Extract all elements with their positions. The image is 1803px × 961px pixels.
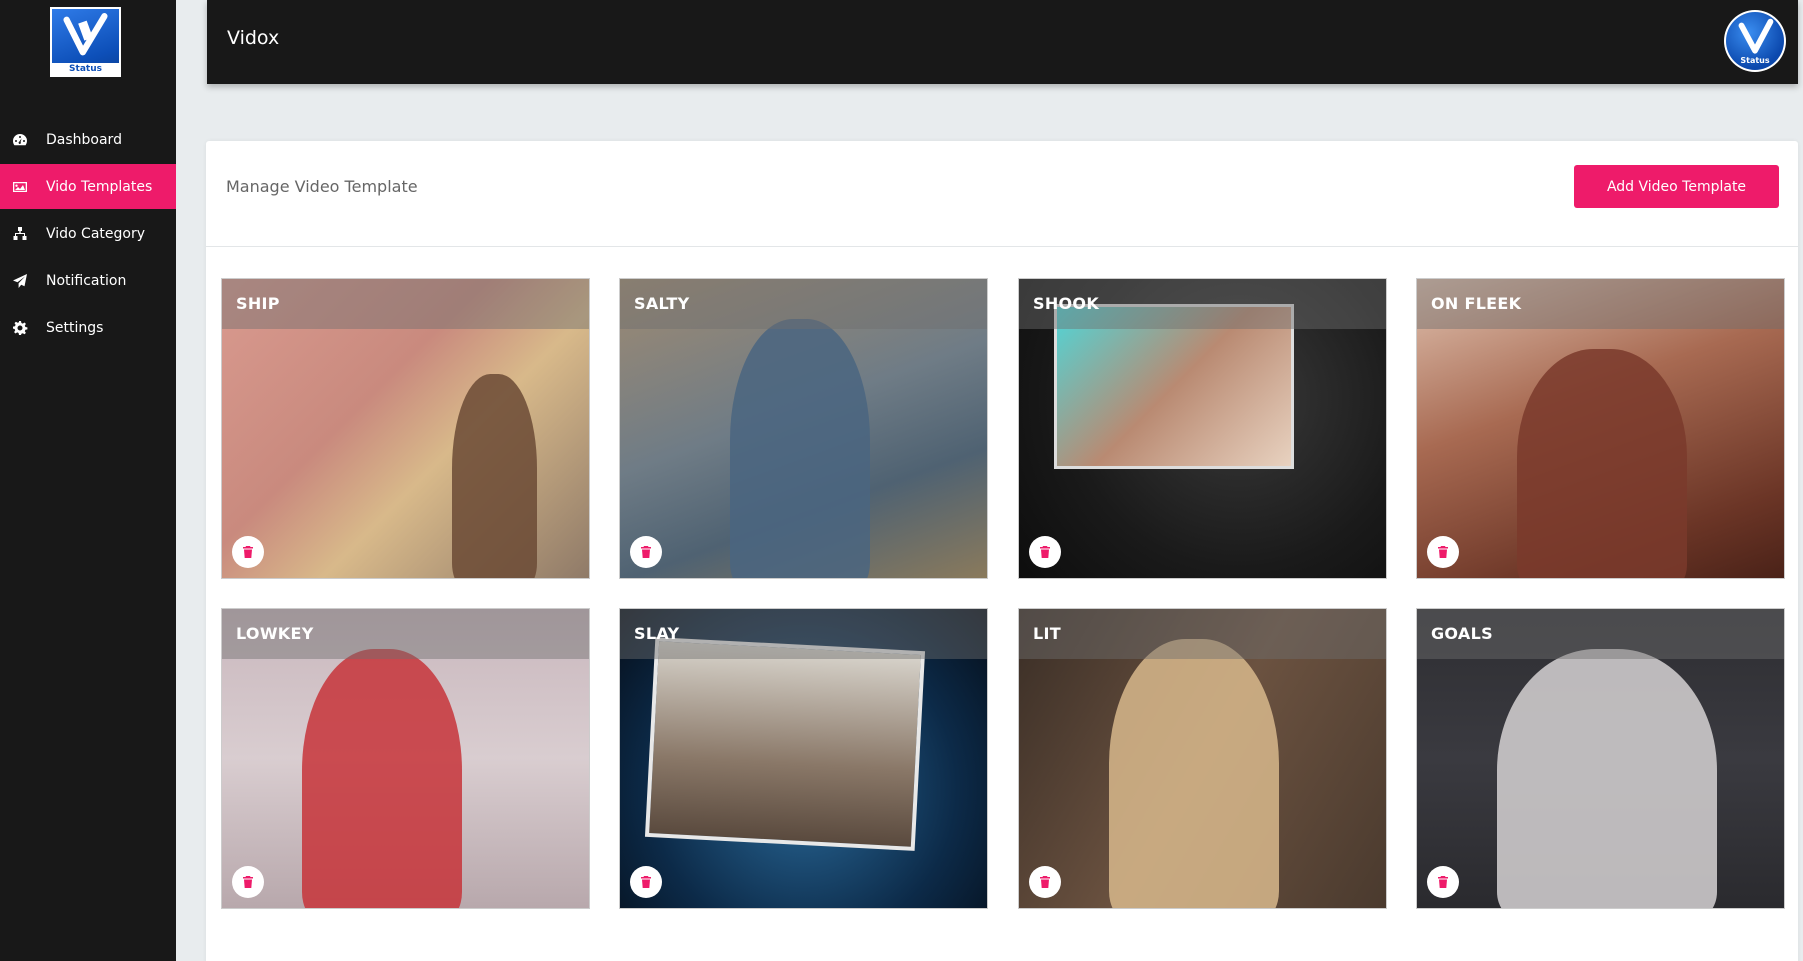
logo-mark: Status (52, 9, 119, 75)
template-label: SHIP (236, 294, 280, 313)
template-card[interactable]: GOALS (1416, 608, 1785, 909)
template-card[interactable]: ON FLEEK (1416, 278, 1785, 579)
template-label-band (1019, 609, 1386, 659)
dashboard-icon (0, 132, 46, 148)
template-figure (1109, 639, 1279, 908)
sidebar-item-vido-templates[interactable]: Vido Templates (0, 164, 176, 209)
trash-icon (1040, 876, 1050, 888)
delete-template-button[interactable] (1029, 536, 1061, 568)
trash-icon (1040, 546, 1050, 558)
delete-template-button[interactable] (1427, 866, 1459, 898)
avatar-text: Status (1740, 56, 1770, 65)
template-label: GOALS (1431, 624, 1493, 643)
template-label: SLAY (634, 624, 680, 643)
trash-icon (641, 546, 651, 558)
template-figure (1517, 349, 1687, 578)
sidebar-item-vido-category[interactable]: Vido Category (0, 211, 176, 256)
template-label: LOWKEY (236, 624, 314, 643)
delete-template-button[interactable] (232, 536, 264, 568)
sitemap-icon (0, 226, 46, 242)
sidebar-item-settings[interactable]: Settings (0, 305, 176, 350)
app-logo[interactable]: Status (50, 7, 121, 77)
page-title: Manage Video Template (226, 177, 418, 196)
sidebar-item-label: Notification (46, 272, 127, 289)
delete-template-button[interactable] (630, 536, 662, 568)
template-card[interactable]: LOWKEY (221, 608, 590, 909)
top-navbar: Vidox Status (207, 0, 1798, 84)
template-card[interactable]: SHOOK (1018, 278, 1387, 579)
sidebar-item-label: Vido Category (46, 225, 146, 242)
trash-icon (1438, 876, 1448, 888)
sidebar-item-label: Dashboard (46, 131, 122, 148)
template-label: SHOOK (1033, 294, 1100, 313)
add-video-template-button[interactable]: Add Video Template (1574, 165, 1779, 208)
template-figure (730, 319, 870, 578)
trash-icon (243, 546, 253, 558)
sidebar-nav: Dashboard Vido Templates Vido Category N… (0, 117, 176, 352)
sidebar-item-dashboard[interactable]: Dashboard (0, 117, 176, 162)
trash-icon (1438, 546, 1448, 558)
avatar-image: Status (1726, 12, 1784, 70)
trash-icon (243, 876, 253, 888)
template-figure (452, 374, 537, 578)
delete-template-button[interactable] (630, 866, 662, 898)
template-card[interactable]: SALTY (619, 278, 988, 579)
template-card[interactable]: SLAY (619, 608, 988, 909)
image-icon (0, 179, 46, 195)
delete-template-button[interactable] (232, 866, 264, 898)
template-card[interactable]: SHIP (221, 278, 590, 579)
app-title: Vidox (227, 27, 280, 49)
logo-text: Status (52, 63, 119, 75)
paper-plane-icon (0, 273, 46, 289)
trash-icon (641, 876, 651, 888)
delete-template-button[interactable] (1029, 866, 1061, 898)
template-photo-frame (644, 637, 926, 851)
template-label: ON FLEEK (1431, 294, 1522, 313)
template-card[interactable]: LIT (1018, 608, 1387, 909)
sidebar: Status Dashboard Vido Templates Vido Cat… (0, 0, 176, 961)
template-figure (1497, 649, 1717, 908)
delete-template-button[interactable] (1427, 536, 1459, 568)
template-label: LIT (1033, 624, 1061, 643)
avatar[interactable]: Status (1724, 10, 1786, 72)
templates-card: Manage Video Template Add Video Template… (206, 141, 1798, 961)
template-figure (302, 649, 462, 908)
sidebar-item-label: Vido Templates (46, 178, 153, 195)
gear-icon (0, 320, 46, 336)
card-header: Manage Video Template Add Video Template (206, 141, 1798, 247)
template-label: SALTY (634, 294, 690, 313)
sidebar-item-notification[interactable]: Notification (0, 258, 176, 303)
sidebar-item-label: Settings (46, 319, 104, 336)
